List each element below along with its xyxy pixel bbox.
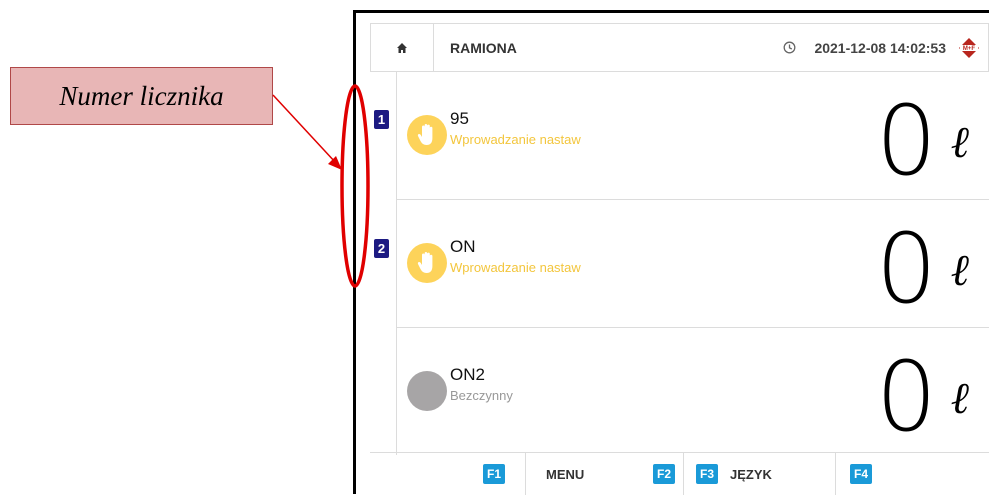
language-button[interactable]: F3 JĘZYK bbox=[684, 453, 836, 495]
counter-row[interactable]: ON Wprowadzanie nastaw 0 ℓ bbox=[397, 200, 989, 328]
datetime-display: 2021-12-08 14:02:53 bbox=[814, 39, 946, 56]
status-indicator bbox=[407, 243, 447, 283]
counter-number-badge: 2 bbox=[374, 239, 389, 258]
device-screen: RAMIONA 2021-12-08 14:02:53 M+F 95 Wprow… bbox=[353, 10, 989, 495]
counter-row[interactable]: ON2 Bezczynny 0 ℓ bbox=[397, 328, 989, 455]
volume-value: 0 bbox=[875, 341, 937, 453]
counter-row[interactable]: 95 Wprowadzanie nastaw 0 ℓ bbox=[397, 72, 989, 200]
function-key-bar: F1 MENU F2 F3 JĘZYK F4 bbox=[370, 452, 989, 495]
home-icon bbox=[397, 42, 407, 53]
counter-name: ON bbox=[450, 237, 476, 256]
home-button[interactable] bbox=[371, 24, 434, 71]
volume-value: 0 bbox=[875, 85, 937, 197]
f2-key: F2 bbox=[653, 464, 675, 484]
page-title: RAMIONA bbox=[450, 39, 517, 56]
counter-status: Wprowadzanie nastaw bbox=[450, 132, 581, 147]
annotation-arrow-head bbox=[328, 156, 342, 170]
volume-unit: ℓ bbox=[950, 117, 969, 168]
counter-name: ON2 bbox=[450, 365, 485, 384]
counter-status: Wprowadzanie nastaw bbox=[450, 260, 581, 275]
annotation-text: Numer licznika bbox=[59, 80, 224, 111]
status-indicator bbox=[407, 115, 447, 155]
f4-button[interactable]: F4 bbox=[836, 453, 989, 495]
brand-logo: M+F bbox=[958, 37, 980, 59]
hand-icon bbox=[417, 124, 433, 145]
volume-unit: ℓ bbox=[950, 373, 969, 424]
annotation-arrow-line bbox=[272, 94, 337, 164]
counter-list: 95 Wprowadzanie nastaw 0 ℓ ON Wprowadzan… bbox=[396, 72, 989, 455]
f1-key: F1 bbox=[483, 464, 505, 484]
idle-circle-icon bbox=[407, 371, 447, 411]
f1-button[interactable]: F1 bbox=[370, 453, 526, 495]
menu-label: MENU bbox=[546, 466, 585, 482]
header-bar: RAMIONA 2021-12-08 14:02:53 M+F bbox=[370, 23, 989, 72]
clock-icon bbox=[783, 41, 796, 54]
counter-name: 95 bbox=[450, 109, 469, 128]
volume-unit: ℓ bbox=[950, 245, 969, 296]
f4-key: F4 bbox=[850, 464, 872, 484]
menu-button[interactable]: MENU F2 bbox=[526, 453, 684, 495]
volume-value: 0 bbox=[875, 213, 937, 325]
hand-icon bbox=[417, 252, 433, 273]
counter-status: Bezczynny bbox=[450, 388, 513, 403]
counter-number-badge: 1 bbox=[374, 110, 389, 129]
language-label: JĘZYK bbox=[730, 466, 772, 482]
annotation-callout: Numer licznika bbox=[10, 67, 273, 125]
f3-key: F3 bbox=[696, 464, 718, 484]
svg-text:M+F: M+F bbox=[963, 46, 976, 52]
